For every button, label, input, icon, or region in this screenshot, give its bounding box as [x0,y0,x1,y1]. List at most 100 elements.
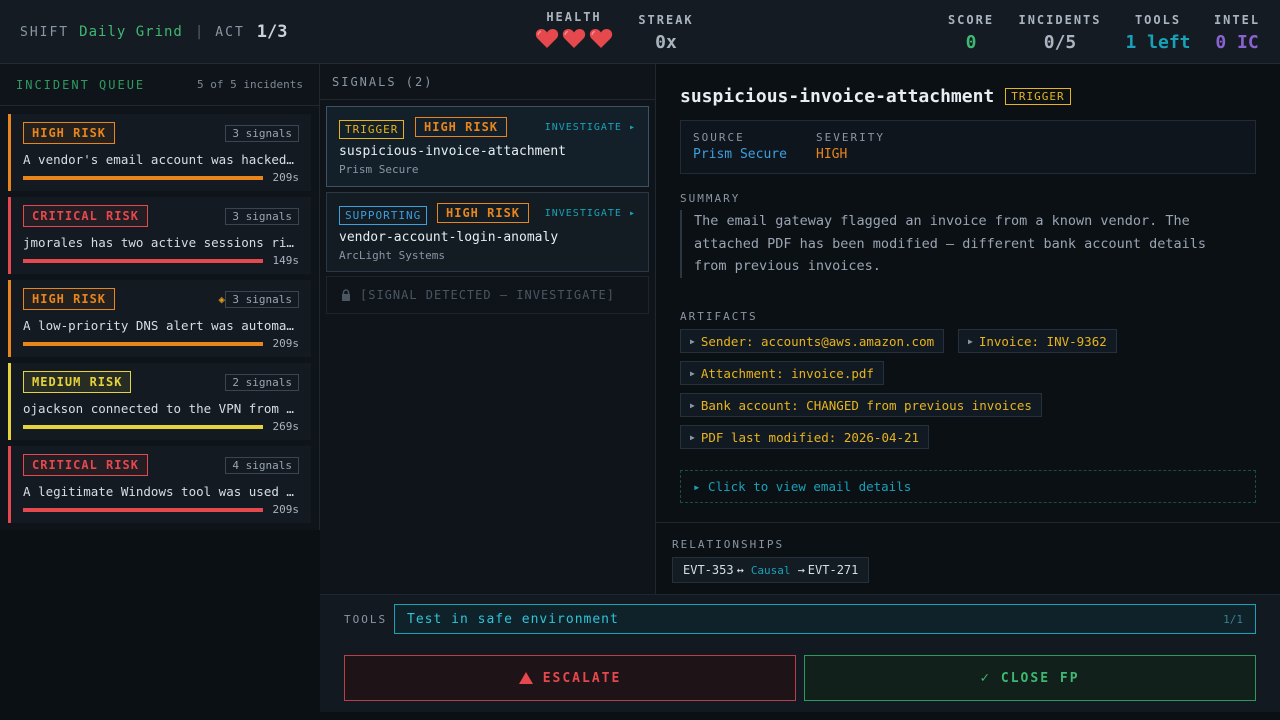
relationship-to: EVT-271 [807,563,859,577]
shift-label: SHIFT [20,24,70,40]
artifact-chip[interactable]: ▶ Invoice: INV-9362 [958,329,1117,353]
signal-card-trigger[interactable]: TRIGGER HIGH RISK INVESTIGATE ▸ suspicio… [326,106,649,187]
incident-description: A legitimate Windows tool was used to do… [23,484,299,499]
arrow-right-icon: → [797,563,805,577]
close-fp-button[interactable]: ✓ CLOSE FP [804,655,1256,701]
signal-source: ArcLight Systems [339,249,445,262]
timer-bar [23,508,263,512]
timer-bar [23,259,263,263]
artifact-text: PDF last modified: 2026-04-21 [700,429,920,445]
risk-badge: CRITICAL RISK [23,205,148,227]
intel-flag-icon: ◈ [218,293,225,306]
tools-label: TOOLS [1134,13,1182,27]
detail-tag: TRIGGER [1005,88,1071,105]
artifact-chip[interactable]: ▶ Sender: accounts@aws.amazon.com [680,329,945,353]
artifacts-label: ARTIFACTS [680,310,758,323]
shift-name: Daily Grind [79,24,183,40]
bullet-arrow-icon: ▶ [968,336,973,346]
severity-label: SEVERITY [816,131,885,144]
incident-card[interactable]: HIGH RISK ◈ 3 signals A low-priority DNS al… [8,280,311,357]
health-hearts [534,27,614,49]
relationship-chip[interactable]: EVT-353 ↔ Causal → EVT-271 [672,557,870,583]
incident-card[interactable]: CRITICAL RISK 3 signals jmorales has two a… [8,197,311,274]
intel-label: INTEL [1213,13,1261,27]
artifact-text: Invoice: INV-9362 [978,333,1107,349]
incidents-label: INCIDENTS [1018,13,1102,27]
timer-value: 149s [272,254,300,267]
risk-badge: MEDIUM RISK [23,371,132,393]
locked-signal-text: [SIGNAL DETECTED — INVESTIGATE] [360,288,615,302]
signals-count: 3 signals [225,125,299,142]
signal-tag: TRIGGER [339,120,405,139]
incident-description: ojackson connected to the VPN from an un… [23,401,299,416]
risk-badge: HIGH RISK [23,288,116,310]
signals-title: SIGNALS (2) [320,64,655,100]
escalate-button[interactable]: ESCALATE [344,655,796,701]
incident-description: A vendor's email account was hacked and … [23,152,299,167]
signal-name: suspicious-invoice-attachment [339,144,566,159]
score-label: SCORE [947,13,995,27]
artifact-text: Attachment: invoice.pdf [700,365,874,381]
escalate-label: ESCALATE [542,670,622,686]
locked-signal[interactable]: [SIGNAL DETECTED — INVESTIGATE] [326,276,649,314]
act-label: ACT [215,24,245,40]
risk-badge: CRITICAL RISK [23,454,148,476]
summary-text: The email gateway flagged an invoice fro… [680,210,1240,278]
tools-bar-label: TOOLS [344,613,388,626]
severity-value: HIGH [816,147,848,162]
score-value: 0 [965,32,977,53]
signals-count: 2 signals [225,374,299,391]
checkmark-icon: ✓ [980,670,991,686]
signals-panel: SIGNALS (2) TRIGGER HIGH RISK INVESTIGAT… [320,64,656,594]
signals-count: 3 signals [225,291,299,308]
tool-count: 1/1 [1223,612,1243,626]
incidents-value: 0/5 [1043,32,1077,53]
heart-icon [535,28,559,48]
incident-card[interactable]: MEDIUM RISK 2 signals ojackson connected t… [8,363,311,440]
relationships-label: RELATIONSHIPS [672,538,785,551]
intel-value: 0 IC [1215,32,1259,53]
relationships-section: RELATIONSHIPS EVT-353 ↔ Causal → EVT-271 [656,522,1280,594]
streak-stat: STREAK 0x [634,13,698,53]
act-value: 1/3 [256,22,288,42]
artifact-chip[interactable]: ▶ PDF last modified: 2026-04-21 [680,425,930,449]
incident-queue: INCIDENT QUEUE 5 of 5 incidents HIGH RIS… [0,64,320,530]
relationship-from: EVT-353 [683,563,734,577]
incident-card[interactable]: HIGH RISK 3 signals A vendor's email accou… [8,114,311,191]
artifact-chip[interactable]: ▶ Bank account: CHANGED from previous in… [680,393,1042,417]
signal-source: Prism Secure [339,163,419,176]
tools-stat: TOOLS 1 left [1116,13,1200,53]
timer-value: 269s [272,420,300,433]
timer-bar [23,176,263,180]
detail-panel: suspicious-invoice-attachment TRIGGER SO… [656,64,1280,594]
signal-risk-badge: HIGH RISK [437,203,530,223]
signal-tag: SUPPORTING [339,206,428,225]
signal-card-supporting[interactable]: SUPPORTING HIGH RISK INVESTIGATE ▸ vendo… [326,192,649,272]
incident-description: A low-priority DNS alert was automatical… [23,318,299,333]
timer-value: 209s [272,337,300,350]
summary-label: SUMMARY [680,192,741,205]
incidents-stat: INCIDENTS 0/5 [1014,13,1106,53]
detail-meta: SOURCE Prism Secure SEVERITY HIGH [680,120,1256,174]
view-email-button[interactable]: ▸ Click to view email details [680,470,1256,503]
incident-card[interactable]: CRITICAL RISK 4 signals A legitimate Windo… [8,446,311,523]
close-fp-label: CLOSE FP [1000,670,1080,686]
timer-bar-fill [23,259,263,263]
investigate-link[interactable]: INVESTIGATE ▸ [545,122,636,133]
shift-info: SHIFT Daily Grind | ACT 1/3 [20,22,288,42]
signal-risk-badge: HIGH RISK [415,117,508,137]
signals-count: 3 signals [225,208,299,225]
timer-bar-fill [23,176,263,180]
queue-count: 5 of 5 incidents [197,78,303,91]
timer-bar-fill [23,425,263,429]
timer-bar [23,342,263,346]
investigate-link[interactable]: INVESTIGATE ▸ [545,208,636,219]
timer-value: 209s [272,503,300,516]
streak-label: STREAK [638,13,694,27]
tool-button-test-safe-env[interactable]: Test in safe environment 1/1 [394,604,1256,634]
tool-name: Test in safe environment [407,611,619,627]
source-value: Prism Secure [693,147,787,162]
detail-header: suspicious-invoice-attachment TRIGGER [680,86,1071,107]
artifact-chip[interactable]: ▶ Attachment: invoice.pdf [680,361,884,385]
bullet-arrow-icon: ▶ [690,336,695,346]
